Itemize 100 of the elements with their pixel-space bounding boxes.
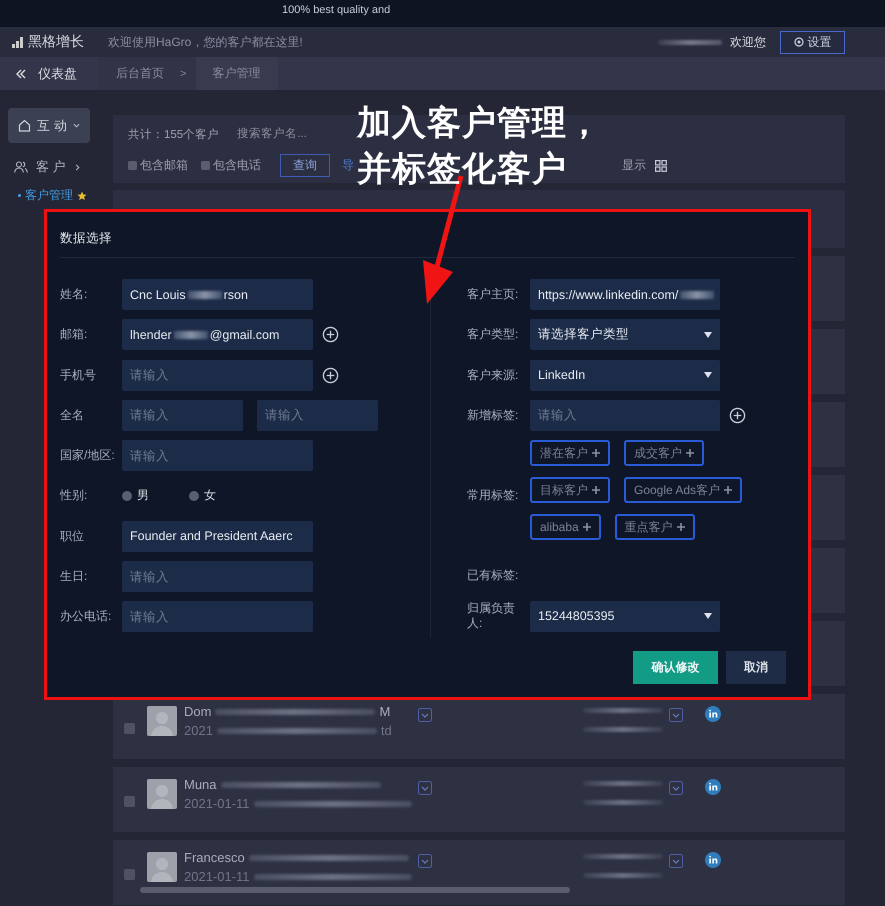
field-label: 手机号 [60,368,97,383]
checkbox[interactable] [124,723,135,734]
linkedin-icon[interactable] [705,706,721,722]
add-icon[interactable] [322,366,339,384]
field-label: 客户来源: [467,368,520,383]
people-icon [14,161,28,173]
export-link[interactable]: 导 [342,157,354,174]
scrollbar[interactable] [140,887,570,893]
collapse-icon[interactable] [16,68,26,78]
checkbox[interactable] [124,869,135,880]
customer-name: Muna [184,777,217,792]
field-label: 性别: [60,488,88,504]
input-field[interactable]: 请输入 [122,561,313,592]
add-icon[interactable] [322,326,339,344]
breadcrumb-tab[interactable]: 后台首页 [98,57,178,90]
blurred-name [658,40,722,44]
dropdown-icon[interactable] [418,781,432,795]
field-label: 全名 [60,408,85,423]
avatar-icon [147,779,177,809]
dropdown-icon[interactable] [669,854,683,868]
nav-item[interactable]: 客 户 [8,155,98,179]
total-count: 共计：155个客户 [128,127,220,142]
nav-button[interactable]: 互 动 [8,108,90,143]
caret-icon [704,330,712,339]
dropdown-icon[interactable] [669,781,683,795]
field-label: 国家/地区: [60,448,116,464]
annotation-text: 并标签化客户 [357,149,568,190]
tag-chip[interactable]: Google Ads客户 [624,477,742,504]
caret-icon [704,371,712,380]
breadcrumb-separator: > [178,57,196,90]
query-button[interactable]: 查询 [280,154,330,177]
field-label: 姓名: [60,287,88,302]
entry-date: 2021-01-11 [184,796,250,811]
field-label: 客户类型: [467,327,520,342]
display-label: 显示 [622,157,646,174]
settings-button[interactable]: 设置 [780,30,845,54]
input-field[interactable]: lhender @gmail.com [122,319,313,350]
dropdown[interactable]: 请选择客户类型 [530,319,720,350]
avatar-icon [147,852,177,882]
tag-chip[interactable]: 重点客户 [614,514,695,540]
table-row[interactable]: Dom M 2021 td [113,694,845,759]
checkbox[interactable] [124,796,135,807]
annotation-text: 加入客户管理， [357,103,602,144]
cancel-button[interactable]: 取消 [726,650,786,684]
input-field[interactable]: 请输入 [530,400,720,431]
plus-icon [592,449,600,458]
dropdown[interactable]: 15244805395 [530,600,720,632]
input-field[interactable]: Cnc Louis rson [122,279,313,310]
checkbox[interactable]: 包含邮箱 [128,157,188,174]
caret-icon [704,612,712,620]
linkedin-icon[interactable] [705,852,721,868]
input-field[interactable]: 请输入 [122,440,313,472]
table-row[interactable]: Muna 2021-01-11 [113,767,845,832]
grid-icon[interactable] [655,160,667,172]
input-field[interactable]: 请输入 [257,400,378,431]
app-name: 黑格增长 [28,33,84,51]
radio-option[interactable]: 男 [122,487,149,504]
input-field[interactable]: 请输入 [122,360,313,391]
company-name: td [380,723,392,738]
table-row[interactable]: Francesco 2021-01-11 [113,840,845,905]
tag-chip[interactable]: alibaba [530,514,601,540]
field-label: 办公电话: [60,609,112,624]
dashboard-link[interactable]: 仪表盘 [38,64,77,82]
linkedin-icon[interactable] [705,779,721,795]
plus-icon [724,486,732,494]
dropdown-icon[interactable] [418,854,432,868]
field-label: 归属负责人: [467,601,516,632]
dropdown-icon[interactable] [418,708,432,722]
add-icon[interactable] [729,406,746,424]
customer-name: Francesco [184,850,245,865]
field-label: 职位 [60,528,85,544]
field-label: 客户主页: [467,287,520,302]
dropdown[interactable]: LinkedIn [530,360,720,391]
input-field[interactable]: Founder and President Aaerc [122,520,313,552]
dropdown-icon[interactable] [669,708,683,722]
home-icon [18,119,32,132]
settings-icon [794,37,804,47]
tag-chip[interactable]: 成交客户 [624,440,704,466]
input-field[interactable]: 请输入 [122,400,243,431]
avatar-icon [147,706,177,736]
field-label: 常用标签: [467,488,520,504]
breadcrumb-tab[interactable]: 客户管理 [196,57,278,90]
confirm-button[interactable]: 确认修改 [633,650,718,684]
tagline: 欢迎使用HaGro，您的客户都在这里! [108,34,303,50]
entry-date: 2021-01-11 [184,869,250,884]
plus-icon [676,523,685,532]
input-field[interactable]: 请输入 [122,601,313,632]
customer-name: M [379,704,390,719]
tag-chip[interactable]: 潜在客户 [530,440,610,466]
input-field[interactable]: https://www.linkedin.com/ [530,279,720,310]
entry-date: 2021 [184,723,213,738]
star-icon [77,190,87,200]
radio-option[interactable]: 女 [189,487,216,504]
field-label: 已有标签: [467,568,520,584]
plus-icon [686,449,694,458]
tag-chip[interactable]: 目标客户 [530,477,610,504]
logo-icon [12,36,24,48]
checkbox[interactable]: 包含电话 [201,157,261,174]
nav-link[interactable]: 客户管理 [8,187,98,204]
field-label: 生日: [60,569,88,584]
